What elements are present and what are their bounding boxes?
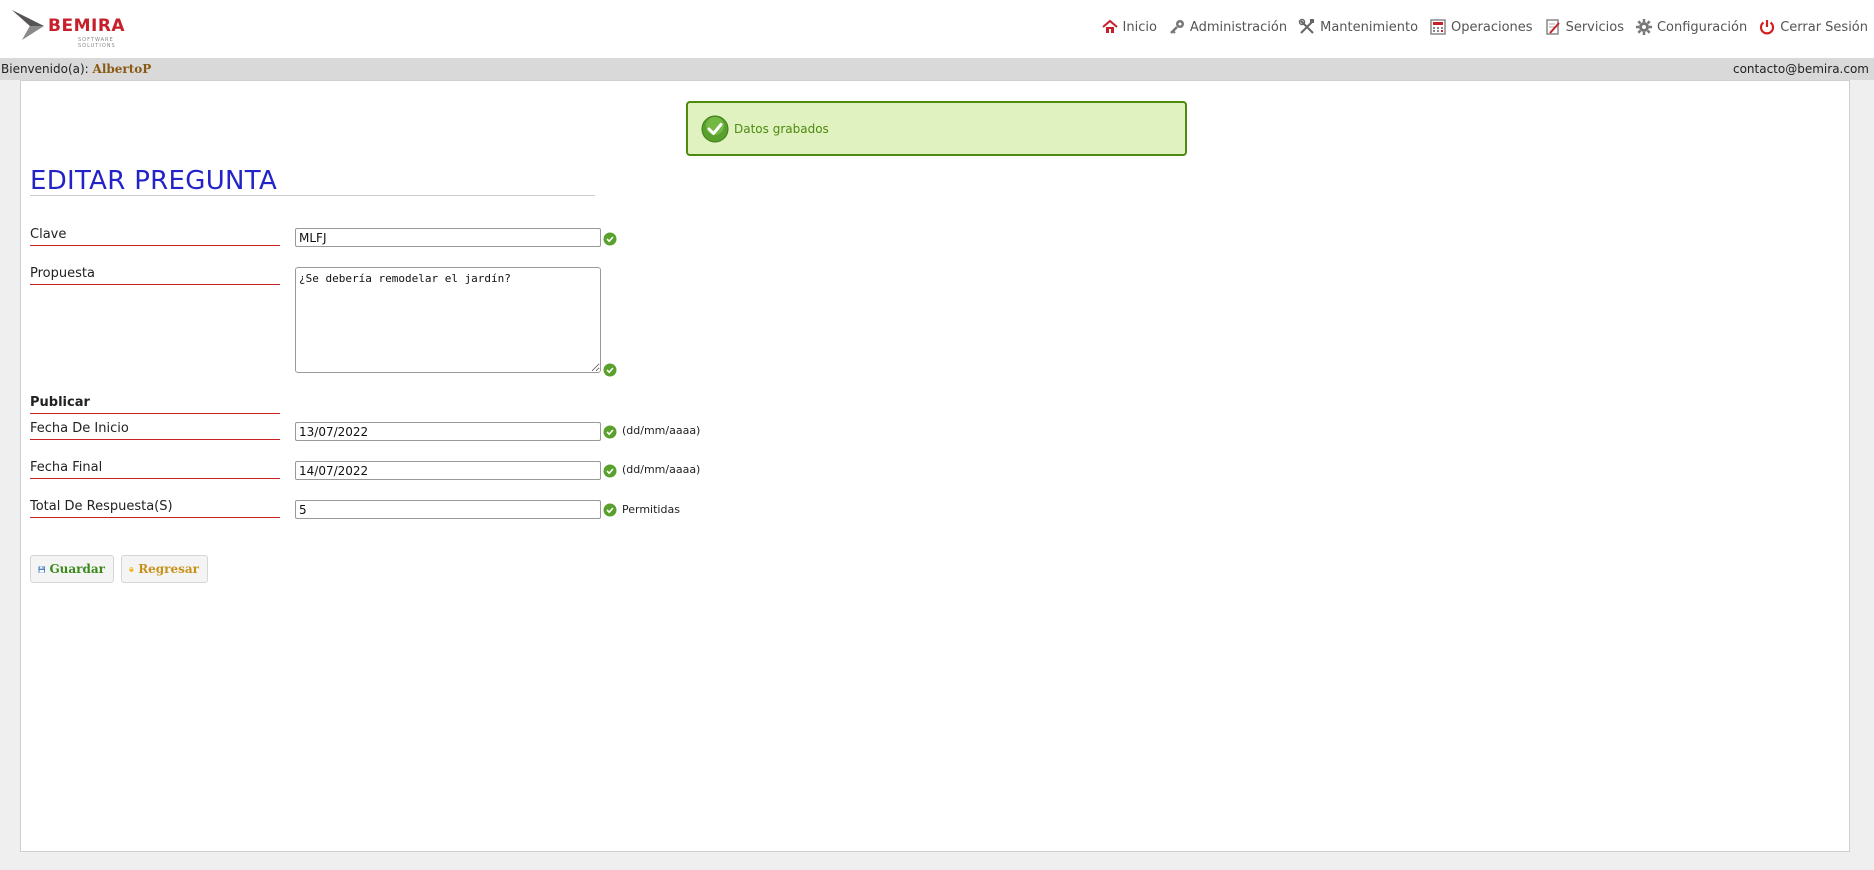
welcome-bar: Bienvenido(a): AlbertoP contacto@bemira.…: [0, 58, 1874, 80]
back-button[interactable]: Regresar: [121, 555, 208, 583]
logo-subtext: SOFTWARE SOLUTIONS: [78, 37, 116, 49]
nav-item-servicios[interactable]: Servicios: [1544, 18, 1624, 36]
total-respuestas-hint: Permitidas: [622, 503, 680, 516]
document-edit-icon: [1545, 19, 1560, 35]
welcome-username: AlbertoP: [92, 62, 152, 76]
propuesta-label: Propuesta: [30, 265, 280, 285]
nav-label-inicio: Inicio: [1122, 19, 1157, 35]
home-icon: [1101, 19, 1118, 33]
nav-label-cerrar-sesion: Cerrar Sesión: [1780, 19, 1868, 35]
key-icon: [1170, 20, 1184, 34]
nav-item-mantenimiento[interactable]: Mantenimiento: [1298, 18, 1418, 36]
welcome-text: Bienvenido(a): AlbertoP: [1, 58, 151, 80]
nav-item-inicio[interactable]: Inicio: [1101, 18, 1157, 36]
valid-check-icon: [603, 503, 617, 517]
nav-item-administracion[interactable]: Administración: [1168, 18, 1287, 36]
nav-label-administracion: Administración: [1189, 19, 1288, 35]
logo-star-icon: [12, 10, 44, 40]
nav-label-mantenimiento: Mantenimiento: [1320, 19, 1419, 35]
nav-label-operaciones: Operaciones: [1451, 19, 1533, 35]
gear-icon: [1635, 19, 1652, 35]
total-respuestas-label: Total De Respuesta(S): [30, 498, 280, 518]
calculator-icon: [1430, 19, 1446, 35]
logo-text: BEMIRA: [48, 16, 126, 36]
power-icon: [1760, 20, 1775, 35]
back-arrow-icon: [129, 566, 134, 572]
publicar-section-label: Publicar: [30, 394, 280, 414]
nav-item-configuracion[interactable]: Configuración: [1635, 18, 1747, 36]
welcome-prefix: Bienvenido(a):: [1, 62, 89, 76]
propuesta-textarea[interactable]: ¿Se debería remodelar el jardín?: [295, 267, 601, 373]
fecha-final-hint: (dd/mm/aaaa): [622, 463, 701, 476]
floppy-disk-icon: [38, 565, 45, 573]
fecha-inicio-input[interactable]: [295, 422, 601, 441]
fecha-final-input[interactable]: [295, 461, 601, 480]
bemira-logo[interactable]: BEMIRA SOFTWARE SOLUTIONS: [8, 6, 138, 49]
alert-message: Datos grabados: [734, 122, 829, 136]
clave-label: Clave: [30, 226, 280, 246]
nav-label-configuracion: Configuración: [1656, 19, 1748, 35]
valid-check-icon: [603, 464, 617, 478]
contact-email[interactable]: contacto@bemira.com: [1733, 58, 1869, 80]
success-check-icon: [701, 115, 729, 143]
valid-check-icon: [603, 425, 617, 439]
save-button[interactable]: Guardar: [30, 555, 114, 583]
fecha-inicio-hint: (dd/mm/aaaa): [622, 424, 701, 437]
total-respuestas-input[interactable]: [295, 500, 601, 519]
back-button-label: Regresar: [138, 562, 199, 576]
top-header: BEMIRA SOFTWARE SOLUTIONS Inicio Adminis…: [0, 0, 1874, 58]
nav-item-operaciones[interactable]: Operaciones: [1429, 18, 1533, 36]
success-alert: Datos grabados: [686, 101, 1187, 156]
nav-label-servicios: Servicios: [1565, 19, 1624, 35]
tools-icon: [1298, 18, 1315, 34]
clave-input[interactable]: [295, 228, 601, 247]
valid-check-icon: [603, 232, 617, 246]
page-title: EDITAR PREGUNTA: [30, 166, 595, 196]
save-button-label: Guardar: [49, 562, 105, 576]
main-nav: Inicio Administración Mantenimiento Oper…: [1101, 16, 1868, 38]
nav-item-cerrar-sesion[interactable]: Cerrar Sesión: [1758, 18, 1868, 36]
fecha-inicio-label: Fecha De Inicio: [30, 420, 280, 440]
valid-check-icon: [603, 363, 617, 377]
fecha-final-label: Fecha Final: [30, 459, 280, 479]
